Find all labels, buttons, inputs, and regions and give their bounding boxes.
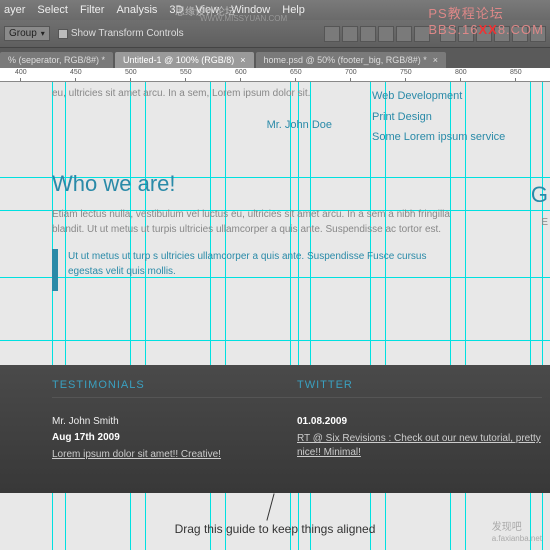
align-button[interactable] bbox=[378, 26, 394, 42]
quote-bar-icon bbox=[52, 249, 58, 291]
blockquote: Ut ut metus ut turp s ultricies ullamcor… bbox=[52, 249, 462, 291]
align-button[interactable] bbox=[342, 26, 358, 42]
tweet-date: 01.08.2009 bbox=[297, 416, 542, 427]
author-name: Mr. John Doe bbox=[52, 119, 332, 131]
tab-seperator[interactable]: % (seperator, RGB/8#) * bbox=[0, 52, 113, 68]
annotation-line-icon bbox=[266, 493, 274, 520]
page-content: eu, ultricies sit amet arcu. In a sem, L… bbox=[52, 82, 550, 291]
watermark-url: WWW.MISSYUAN.COM bbox=[200, 14, 287, 23]
tweet-body: RT @ Six Revisions : Check out our new t… bbox=[297, 432, 542, 460]
cutoff-text: E bbox=[541, 217, 548, 228]
document-tabs: % (seperator, RGB/8#) * Untitled-1 @ 100… bbox=[0, 48, 550, 68]
show-transform-checkbox[interactable]: Show Transform Controls bbox=[58, 28, 184, 39]
testimonials-column: TESTIMONIALS Mr. John Smith Aug 17th 200… bbox=[52, 379, 297, 493]
testimonial-name: Mr. John Smith bbox=[52, 416, 297, 427]
tab-untitled[interactable]: Untitled-1 @ 100% (RGB/8)× bbox=[115, 52, 253, 68]
services-list: Web Development Print Design Some Lorem … bbox=[372, 87, 505, 149]
twitter-column: TWITTER 01.08.2009 RT @ Six Revisions : … bbox=[297, 379, 542, 493]
service-link[interactable]: Some Lorem ipsum service bbox=[372, 128, 505, 147]
testimonial-body: Lorem ipsum dolor sit amet!! Creative! bbox=[52, 448, 297, 462]
watermark-bottom: 发现吧a.faxianba.net bbox=[492, 518, 542, 544]
testimonial-date: Aug 17th 2009 bbox=[52, 432, 297, 443]
intro-text: eu, ultricies sit amet arcu. In a sem, L… bbox=[52, 87, 332, 101]
menu-layer[interactable]: ayer bbox=[4, 4, 25, 16]
twitter-title: TWITTER bbox=[297, 379, 542, 398]
menu-select[interactable]: Select bbox=[37, 4, 68, 16]
who-heading: Who we are! bbox=[52, 171, 550, 197]
testimonials-title: TESTIMONIALS bbox=[52, 379, 297, 398]
who-section: Who we are! Etiam lectus nulla, vestibul… bbox=[52, 171, 550, 291]
align-button[interactable] bbox=[360, 26, 376, 42]
annotation-text: Drag this guide to keep things aligned bbox=[0, 522, 550, 536]
align-button[interactable] bbox=[324, 26, 340, 42]
guide-horizontal[interactable] bbox=[0, 340, 550, 341]
service-link[interactable]: Web Development bbox=[372, 87, 505, 106]
cutoff-heading: G bbox=[531, 182, 548, 208]
menu-filter[interactable]: Filter bbox=[80, 4, 104, 16]
service-link[interactable]: Print Design bbox=[372, 108, 505, 127]
who-body: Etiam lectus nulla, vestibulum vel luctu… bbox=[52, 207, 462, 237]
horizontal-ruler[interactable]: 400 450 500 550 600 650 700 750 800 850 bbox=[0, 68, 550, 82]
show-transform-label: Show Transform Controls bbox=[71, 28, 184, 39]
align-button[interactable] bbox=[396, 26, 412, 42]
close-icon[interactable]: × bbox=[433, 55, 438, 65]
checkbox-icon bbox=[58, 29, 68, 39]
tab-home-psd[interactable]: home.psd @ 50% (footer_big, RGB/8#) *× bbox=[256, 52, 446, 68]
menu-analysis[interactable]: Analysis bbox=[116, 4, 157, 16]
document-canvas[interactable]: eu, ultricies sit amet arcu. In a sem, L… bbox=[0, 82, 550, 550]
close-icon[interactable]: × bbox=[240, 55, 245, 65]
watermark-top-right: PS教程论坛BBS.16XX8.COM bbox=[428, 3, 544, 37]
page-footer: TESTIMONIALS Mr. John Smith Aug 17th 200… bbox=[0, 365, 550, 493]
quote-text: Ut ut metus ut turp s ultricies ullamcor… bbox=[68, 249, 462, 279]
group-dropdown[interactable]: Group bbox=[4, 26, 50, 41]
